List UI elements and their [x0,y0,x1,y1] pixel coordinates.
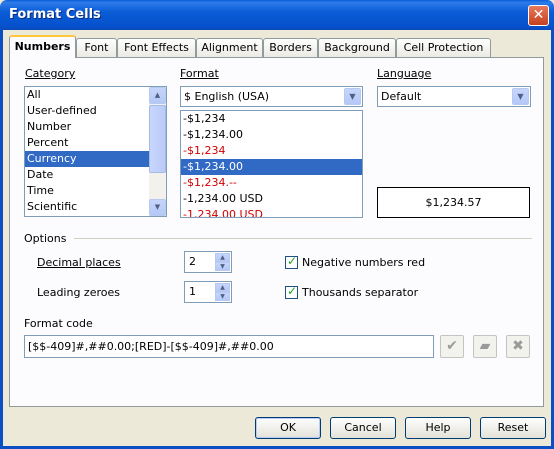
comment-icon[interactable]: ▰ [473,335,497,358]
format-combo-value: $ English (USA) [184,90,270,103]
list-item[interactable]: -1,234.00 USD [181,191,362,207]
category-list[interactable]: All User-defined Number Percent Currency… [24,86,167,217]
options-separator [74,238,532,239]
list-item[interactable]: -1,234.00 USD [181,207,362,217]
list-item[interactable]: Number [25,119,166,135]
format-list[interactable]: -$1,234 -$1,234.00 -$1,234 -$1,234.00 -$… [180,110,363,218]
spin-down-icon[interactable]: ▼ [215,262,230,271]
ok-button[interactable]: OK [255,417,321,439]
list-item[interactable]: Time [25,183,166,199]
format-language-combo[interactable]: $ English (USA) ▼ [180,86,363,107]
leading-zeroes-value: 1 [189,285,196,298]
language-combo[interactable]: Default ▼ [377,86,531,107]
list-item[interactable]: -$1,234 [181,111,362,127]
close-button[interactable]: ✕ [528,5,549,26]
tab-borders[interactable]: Borders [263,38,318,57]
language-label: Language [377,67,432,80]
reset-button[interactable]: Reset [480,417,546,439]
title-bar: Format Cells ✕ [0,0,554,30]
spin-up-icon[interactable]: ▲ [215,253,230,262]
list-item[interactable]: User-defined [25,103,166,119]
tab-numbers[interactable]: Numbers [9,35,76,58]
window-frame-left [0,30,3,449]
help-button[interactable]: Help [405,417,471,439]
scroll-down-icon[interactable]: ▼ [149,199,166,216]
tab-cell-protection[interactable]: Cell Protection [396,38,491,57]
format-code-value: [$$-409]#,##0.00;[RED]-[$$-409]#,##0.00 [28,340,274,353]
cancel-button[interactable]: Cancel [330,417,396,439]
tab-font-effects[interactable]: Font Effects [117,38,196,57]
scroll-up-icon[interactable]: ▲ [149,87,166,104]
negative-red-label: Negative numbers red [302,256,426,269]
list-item-selected[interactable]: -$1,234.00 [181,159,362,175]
delete-x-icon[interactable]: ✖ [506,335,530,358]
close-icon: ✕ [532,7,545,23]
decimal-places-label: Decimal places [37,256,121,269]
language-combo-value: Default [381,90,422,103]
options-label: Options [24,232,67,245]
thousands-separator-label: Thousands separator [302,286,419,299]
leading-zeroes-label: Leading zeroes [37,286,120,299]
list-item-selected[interactable]: Currency [25,151,149,167]
decimal-places-value: 2 [189,255,196,268]
scroll-thumb[interactable] [149,105,166,173]
tab-font[interactable]: Font [76,38,117,57]
list-item[interactable]: -$1,234.00 [181,127,362,143]
format-code-label: Format code [24,317,93,330]
spin-down-icon[interactable]: ▼ [215,292,230,301]
format-code-input[interactable]: [$$-409]#,##0.00;[RED]-[$$-409]#,##0.00 [24,335,434,358]
list-item[interactable]: All [25,87,166,103]
category-scrollbar[interactable]: ▲ ▼ [149,87,166,216]
list-item[interactable]: Date [25,167,166,183]
preview-box: $1,234.57 [377,187,530,218]
chevron-down-icon[interactable]: ▼ [512,88,529,105]
window-title: Format Cells [9,7,101,22]
chevron-down-icon[interactable]: ▼ [344,88,361,105]
list-item[interactable]: -$1,234 [181,143,362,159]
list-item[interactable]: Percent [25,135,166,151]
thousands-separator-checkbox[interactable] [285,284,298,299]
format-label: Format [180,67,219,80]
spin-up-icon[interactable]: ▲ [215,283,230,292]
checkmark-icon[interactable]: ✔ [440,335,464,358]
category-label: Category [25,67,76,80]
leading-zeroes-stepper[interactable]: 1 ▲ ▼ [184,281,232,303]
tab-background[interactable]: Background [318,38,396,57]
negative-red-checkbox[interactable] [285,254,298,269]
list-item[interactable]: Scientific [25,199,166,215]
list-item[interactable]: -$1,234.-- [181,175,362,191]
decimal-places-stepper[interactable]: 2 ▲ ▼ [184,251,232,273]
tab-alignment[interactable]: Alignment [196,38,263,57]
